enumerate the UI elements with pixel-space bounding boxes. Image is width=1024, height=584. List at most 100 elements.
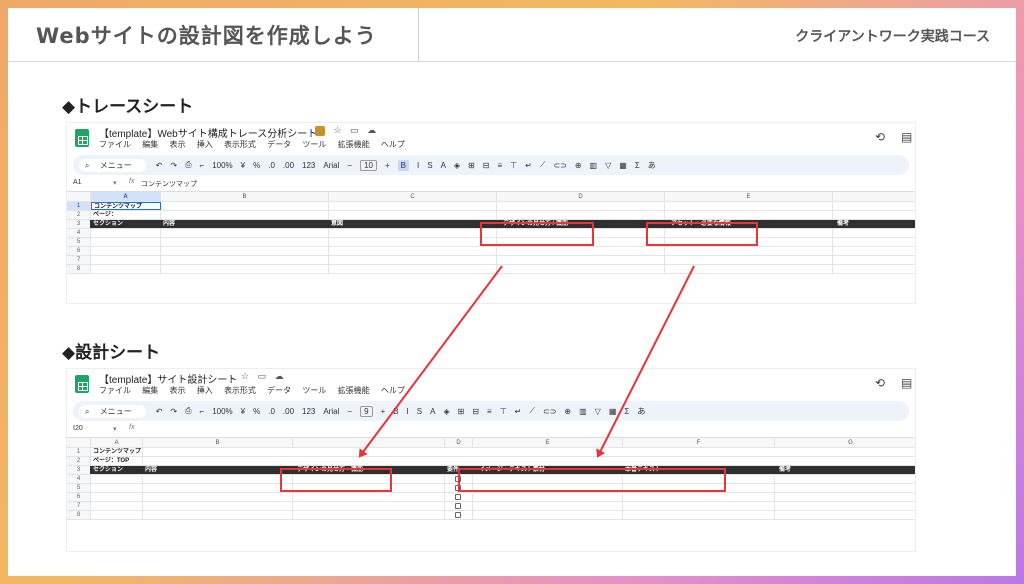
- cell[interactable]: [143, 502, 293, 510]
- cell[interactable]: [329, 238, 497, 246]
- percent-button[interactable]: %: [253, 161, 260, 170]
- comment-icon[interactable]: ▤: [901, 130, 912, 144]
- header-cell-materials[interactable]: イメージ・テキスト素材: [473, 466, 623, 474]
- menu-file[interactable]: ファイル: [99, 140, 131, 149]
- menu-file[interactable]: ファイル: [99, 386, 131, 395]
- cell[interactable]: [473, 475, 623, 483]
- cell[interactable]: [775, 511, 915, 519]
- chevron-down-icon[interactable]: ▾: [113, 179, 117, 187]
- cell[interactable]: [161, 265, 329, 273]
- link-icon[interactable]: ⊂⊃: [543, 407, 556, 416]
- align-icon[interactable]: ≡: [497, 161, 502, 170]
- folder-icon[interactable]: ▭: [350, 125, 359, 135]
- paint-format-icon[interactable]: ⌐: [200, 407, 205, 416]
- header-cell-notes[interactable]: 備考: [775, 466, 915, 474]
- chevron-down-icon[interactable]: ▾: [113, 425, 117, 433]
- font-size-decrease[interactable]: −: [347, 161, 352, 170]
- trace-doc-title[interactable]: 【template】Webサイト構成トレース分析シート: [99, 125, 317, 140]
- cell[interactable]: [473, 493, 623, 501]
- cell[interactable]: [329, 202, 497, 210]
- cell[interactable]: [497, 238, 665, 246]
- print-icon[interactable]: ⎙: [185, 406, 191, 416]
- number-format-button[interactable]: 123: [302, 407, 315, 416]
- print-icon[interactable]: ⎙: [185, 160, 191, 170]
- cell[interactable]: [665, 229, 833, 237]
- filter-views-icon[interactable]: ▦: [609, 407, 617, 416]
- cell[interactable]: [161, 238, 329, 246]
- cell[interactable]: [293, 502, 445, 510]
- cell[interactable]: [497, 211, 665, 219]
- cell[interactable]: [293, 511, 445, 519]
- rotate-icon[interactable]: ⟋: [540, 160, 546, 170]
- functions-button[interactable]: Σ: [635, 161, 640, 170]
- menu-search[interactable]: ⌕ メニュー: [79, 404, 146, 418]
- header-cell-content[interactable]: 内容: [143, 466, 293, 474]
- header-cell-intent[interactable]: 意図: [329, 220, 497, 228]
- col-header-c[interactable]: [293, 438, 445, 447]
- cell[interactable]: [665, 256, 833, 264]
- italic-button[interactable]: I: [407, 407, 409, 416]
- menu-format[interactable]: 表示形式: [224, 386, 256, 395]
- menu-view[interactable]: 表示: [169, 140, 185, 149]
- cell[interactable]: [623, 502, 775, 510]
- redo-icon[interactable]: ↷: [170, 407, 177, 416]
- redo-icon[interactable]: ↷: [170, 161, 177, 170]
- cell[interactable]: [293, 493, 445, 501]
- font-size-increase[interactable]: +: [385, 161, 390, 170]
- cell[interactable]: [497, 202, 665, 210]
- cell[interactable]: [91, 238, 161, 246]
- cell[interactable]: [91, 247, 161, 255]
- menu-help[interactable]: ヘルプ: [381, 140, 405, 149]
- cell[interactable]: [329, 265, 497, 273]
- cell[interactable]: [775, 502, 915, 510]
- name-box[interactable]: I20: [73, 425, 83, 432]
- merge-icon[interactable]: ⊟: [472, 407, 479, 416]
- font-select[interactable]: Arial: [323, 407, 339, 416]
- cell[interactable]: [329, 256, 497, 264]
- cloud-icon[interactable]: ☁: [367, 125, 376, 135]
- cell-a1[interactable]: コンテンツマップ: [91, 202, 161, 210]
- checkbox[interactable]: [455, 494, 461, 500]
- align-icon[interactable]: ≡: [487, 407, 492, 416]
- cell[interactable]: [143, 493, 293, 501]
- row-number[interactable]: 5: [67, 238, 91, 246]
- font-size-input[interactable]: 9: [360, 405, 373, 417]
- cell[interactable]: [445, 511, 473, 519]
- cell[interactable]: [445, 493, 473, 501]
- cell-a2[interactable]: ページ：: [91, 211, 161, 219]
- link-icon[interactable]: ⊂⊃: [553, 161, 566, 170]
- functions-button[interactable]: Σ: [624, 407, 629, 416]
- cell[interactable]: [445, 475, 473, 483]
- menu-extensions[interactable]: 拡張機能: [338, 386, 370, 395]
- header-cell-notes[interactable]: 備考: [833, 220, 915, 228]
- filter-icon[interactable]: ▽: [605, 161, 611, 170]
- corner-cell[interactable]: [67, 438, 91, 447]
- cell[interactable]: [473, 484, 623, 492]
- cell[interactable]: [497, 265, 665, 273]
- checkbox[interactable]: [455, 485, 461, 491]
- menu-tools[interactable]: ツール: [302, 140, 326, 149]
- folder-icon[interactable]: ▭: [258, 371, 267, 381]
- col-header-f[interactable]: F: [833, 192, 916, 201]
- header-cell-assets[interactable]: アセット・必要な情報: [665, 220, 833, 228]
- valign-icon[interactable]: ⊤: [510, 161, 517, 170]
- cell[interactable]: [161, 229, 329, 237]
- input-tools-button[interactable]: あ: [648, 160, 656, 171]
- col-header-b[interactable]: B: [143, 438, 293, 447]
- history-icon[interactable]: ⟲: [875, 376, 885, 390]
- text-color-button[interactable]: A: [441, 161, 446, 170]
- header-cell-section[interactable]: セクション: [91, 466, 143, 474]
- cell[interactable]: [91, 265, 161, 273]
- cell[interactable]: [623, 511, 775, 519]
- row-number[interactable]: 3: [67, 220, 91, 228]
- cell[interactable]: [623, 484, 775, 492]
- col-header-d[interactable]: D: [497, 192, 665, 201]
- menu-data[interactable]: データ: [267, 140, 291, 149]
- cell[interactable]: [329, 229, 497, 237]
- decrease-decimal-button[interactable]: .0: [268, 161, 275, 170]
- number-format-button[interactable]: 123: [302, 161, 315, 170]
- col-header-a[interactable]: A: [91, 192, 161, 201]
- strikethrough-button[interactable]: S: [427, 161, 432, 170]
- insert-comment-icon[interactable]: ⊕: [575, 161, 582, 170]
- cell[interactable]: [293, 484, 445, 492]
